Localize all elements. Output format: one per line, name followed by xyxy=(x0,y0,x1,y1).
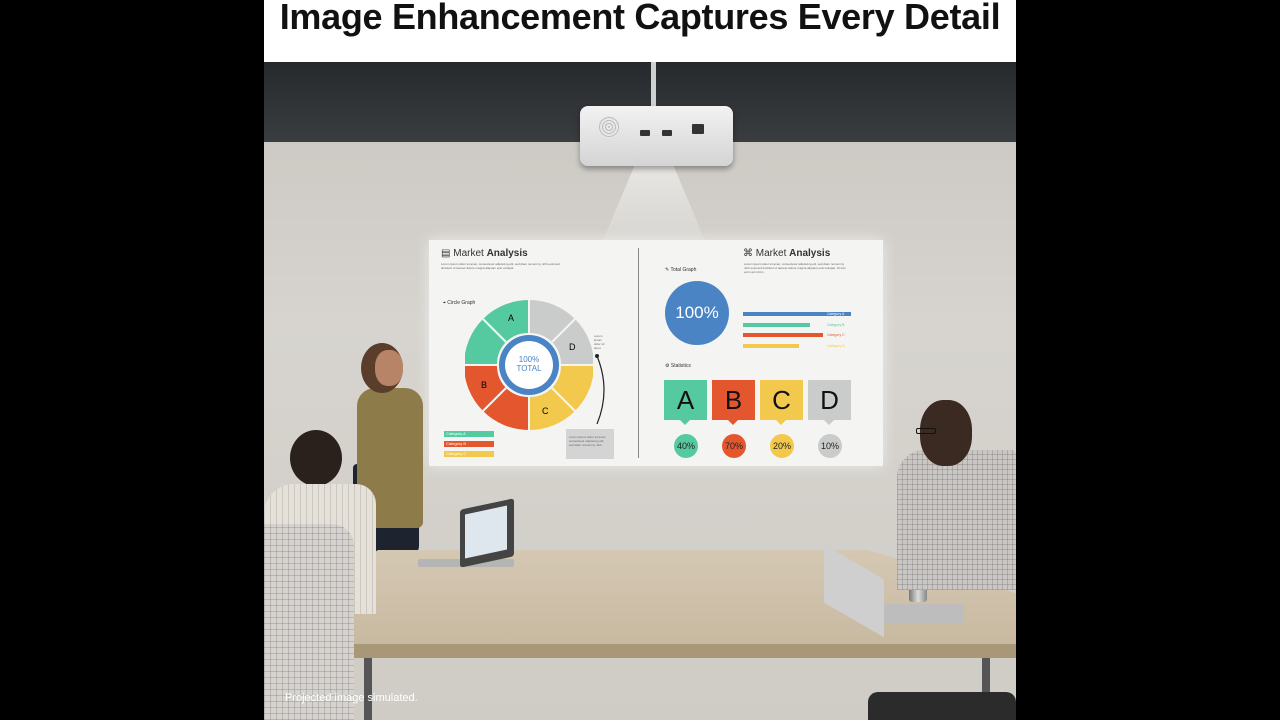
statistics-label: ⚙ Statistics xyxy=(665,363,691,369)
note-box: Lorem ipsum dolor sit amet, consectetur … xyxy=(566,429,614,459)
legend-category-c: Category C xyxy=(444,451,494,457)
bar-legend-label: Category A xyxy=(827,312,845,316)
headline: Image Enhancement Captures Every Detail xyxy=(279,0,1001,37)
right-panel-title: ⌘ Market Analysis xyxy=(743,248,831,259)
scene: Image Enhancement Captures Every Detail … xyxy=(264,0,1016,720)
projector-port xyxy=(640,130,650,136)
donut-label-d: D xyxy=(569,342,576,352)
presenter-face xyxy=(375,350,403,386)
projector-vent xyxy=(598,116,620,138)
stat-percent-b: 70% xyxy=(722,434,746,458)
attendee-far-left xyxy=(264,524,354,720)
donut-center-label: 100% TOTAL xyxy=(516,355,542,373)
projected-slide: ▤ Market Analysis Lorem ipsum dolor sit … xyxy=(429,240,883,466)
slide-divider xyxy=(638,248,639,458)
left-panel-lorem: Lorem ipsum dolor sit amet, consectetur … xyxy=(441,262,560,270)
glasses xyxy=(916,428,936,434)
stat-percent-d: 10% xyxy=(818,434,842,458)
table-leg xyxy=(364,658,372,720)
disclaimer-caption: Projected image simulated. xyxy=(285,692,418,704)
chair xyxy=(868,692,1016,720)
legend-category-b: Category B xyxy=(444,441,494,447)
bar-legend-label: Category D xyxy=(827,343,845,348)
right-panel-lorem: Lorem ipsum dolor sit amet, consectetur … xyxy=(744,262,846,274)
donut-label-a: A xyxy=(508,313,515,323)
bar-legend-label: Category C xyxy=(827,333,845,337)
stat-tile-b: B xyxy=(712,380,755,425)
chart-icon: ▤ xyxy=(441,248,451,259)
bar-legend-label: Category B xyxy=(827,322,845,327)
projector-port xyxy=(662,130,672,136)
table-edge xyxy=(274,644,1016,658)
stat-percent-a: 40% xyxy=(674,434,698,458)
projector-power-port xyxy=(692,124,704,134)
donut-label-b: B xyxy=(481,380,488,390)
attendee-left-head xyxy=(290,430,342,486)
attendee-right xyxy=(897,450,1016,590)
total-graph-label: ✎ Total Graph xyxy=(665,267,697,273)
projector-mount xyxy=(651,62,656,112)
laptop-screen xyxy=(465,505,507,559)
legend-category-a: Category A xyxy=(444,431,494,437)
stat-tile-d: D xyxy=(808,380,851,425)
headline-bar: Image Enhancement Captures Every Detail xyxy=(264,0,1016,62)
bar-legend-bar xyxy=(743,322,810,327)
gear-icon: ⚙ xyxy=(665,363,670,369)
donut-side-note: Lorem ipsum dolor sit amet xyxy=(594,334,605,350)
donut-label-c: C xyxy=(542,406,549,416)
projector xyxy=(580,106,733,166)
stat-tile-a: A xyxy=(664,380,707,425)
bar-legend-bar xyxy=(743,343,800,348)
total-circle: 100% xyxy=(665,281,729,345)
stat-tile-c: C xyxy=(760,380,803,425)
meeting-room-photo: ▤ Market Analysis Lorem ipsum dolor sit … xyxy=(264,62,1016,720)
left-panel-title: ▤ Market Analysis xyxy=(441,248,528,259)
network-icon: ⌘ xyxy=(743,248,753,259)
bar-legend-bar xyxy=(743,333,823,337)
pencil-icon: ✎ xyxy=(665,267,670,273)
stat-percent-c: 20% xyxy=(770,434,794,458)
pin-icon: ⌖ xyxy=(443,300,446,306)
curved-arrow-icon xyxy=(595,354,605,425)
